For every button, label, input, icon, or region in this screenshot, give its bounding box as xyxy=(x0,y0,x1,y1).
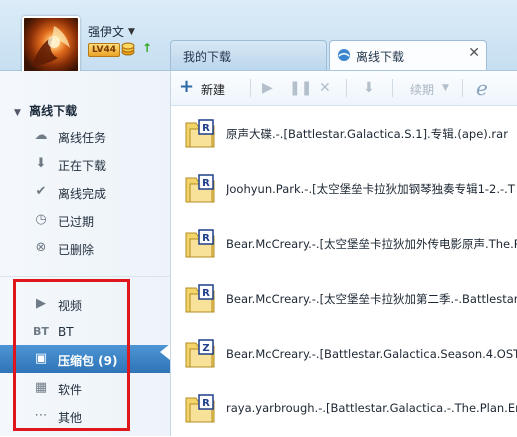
tab-my-downloads[interactable]: 我的下载 xyxy=(170,40,327,70)
archive-file-icon: Z xyxy=(185,339,215,368)
sidebar-item-label: 软件 xyxy=(58,383,83,397)
tab-label: 离线下载 xyxy=(356,50,405,64)
sidebar-item-offline-tasks[interactable]: ☁ 离线任务 xyxy=(0,122,170,150)
sidebar-item-label: 正在下载 xyxy=(58,159,107,173)
more-dots-icon: ⋯ xyxy=(34,408,48,423)
sidebar-item-archive[interactable]: ▣ 压缩包 (9) xyxy=(0,345,170,373)
software-grid-icon: ▦ xyxy=(34,380,48,395)
collapse-triangle-icon[interactable]: ▼ xyxy=(14,108,21,118)
cloud-icon: ☁ xyxy=(34,128,48,143)
close-icon[interactable]: ✕ xyxy=(468,45,480,61)
sidebar-item-label: 离线完成 xyxy=(58,187,107,201)
sidebar-item-label: 已删除 xyxy=(58,243,95,257)
list-item[interactable]: R raya.yarbrough.-.[Battlestar.Galactica… xyxy=(171,381,517,437)
sidebar: ▼ 离线下载 ☁ 离线任务 ⬇ 正在下载 ✔ 离线完成 ◷ 已过期 ⊗ 已删除 … xyxy=(0,71,171,436)
coin-icon[interactable] xyxy=(121,42,135,56)
avatar[interactable] xyxy=(22,16,80,74)
username[interactable]: 强伊文 ▼ xyxy=(88,23,135,40)
sidebar-item-bt[interactable]: BT BT xyxy=(0,318,170,346)
file-name: Joohyun.Park.-.[太空堡垒卡拉狄加钢琴独奏专辑1-2.-.T xyxy=(226,182,515,196)
sidebar-item-completed[interactable]: ✔ 离线完成 xyxy=(0,178,170,206)
file-name: Bear.McCreary.-.[Battlestar.Galactica.Se… xyxy=(226,347,517,361)
active-indicator-arrow xyxy=(160,344,170,360)
header-bar: 强伊文 ▼ LV44 ↑ 我的下载 离线下载 ✕ xyxy=(0,0,517,74)
sidebar-item-label: 其他 xyxy=(58,411,83,425)
play-icon[interactable]: ▶ xyxy=(262,80,273,96)
sidebar-item-downloading[interactable]: ⬇ 正在下载 xyxy=(0,150,170,178)
file-name: 原声大碟.-.[Battlestar.Galactica.S.1].专辑.(ap… xyxy=(226,127,508,141)
sidebar-item-deleted[interactable]: ⊗ 已删除 xyxy=(0,234,170,262)
download-arrow-icon: ⬇ xyxy=(35,156,47,171)
bt-icon: BT xyxy=(33,325,49,338)
cloud-globe-icon xyxy=(337,48,351,62)
deleted-icon: ⊗ xyxy=(35,240,47,255)
chevron-down-icon[interactable]: ▼ xyxy=(128,27,135,37)
archive-icon: ▣ xyxy=(34,351,48,366)
list-item[interactable]: R 原声大碟.-.[Battlestar.Galactica.S.1].专辑.(… xyxy=(171,106,517,162)
sidebar-item-label: 离线任务 xyxy=(58,131,107,145)
file-name: raya.yarbrough.-.[Battlestar.Galactica.-… xyxy=(226,401,517,415)
sidebar-item-label: BT xyxy=(58,325,74,339)
list-item[interactable]: Z Bear.McCreary.-.[Battlestar.Galactica.… xyxy=(171,326,517,382)
sidebar-section-offline[interactable]: ▼ 离线下载 xyxy=(14,102,77,119)
file-name: Bear.McCreary.-.[太空堡垒卡拉狄加外传电影原声.The.P xyxy=(226,237,517,251)
sidebar-section-title: 离线下载 xyxy=(29,104,78,118)
file-list: R 原声大碟.-.[Battlestar.Galactica.S.1].专辑.(… xyxy=(171,106,517,436)
archive-file-icon: R xyxy=(185,229,215,258)
username-label: 强伊文 xyxy=(88,25,125,39)
sidebar-item-label: 已过期 xyxy=(58,215,95,229)
file-badge: R xyxy=(202,288,210,299)
list-item[interactable]: R Joohyun.Park.-.[太空堡垒卡拉狄加钢琴独奏专辑1-2.-.T xyxy=(171,161,517,217)
file-badge: R xyxy=(202,123,210,134)
archive-file-icon: R xyxy=(185,284,215,313)
toolbar: + 新建 ▶ ❚❚ ✕ ⬇ 续期 ▼ e xyxy=(170,71,517,106)
archive-file-icon: R xyxy=(185,394,215,423)
chevron-down-icon[interactable]: ▼ xyxy=(442,83,449,93)
delete-icon[interactable]: ✕ xyxy=(319,80,331,96)
file-name: Bear.McCreary.-.[太空堡垒卡拉狄加第二季.-.Battlesta… xyxy=(226,292,517,306)
check-icon: ✔ xyxy=(35,184,47,199)
toolbar-divider xyxy=(346,79,347,97)
toolbar-divider xyxy=(250,79,251,97)
file-badge: R xyxy=(202,233,210,244)
list-item[interactable]: R Bear.McCreary.-.[太空堡垒卡拉狄加第二季.-.Battles… xyxy=(171,271,517,327)
list-item[interactable]: R Bear.McCreary.-.[太空堡垒卡拉狄加外传电影原声.The.P xyxy=(171,216,517,272)
tab-label: 我的下载 xyxy=(183,50,232,64)
sidebar-item-other[interactable]: ⋯ 其他 xyxy=(0,402,170,430)
tab-offline-downloads[interactable]: 离线下载 ✕ xyxy=(329,40,487,70)
plus-icon[interactable]: + xyxy=(179,76,194,97)
video-icon: ▶ xyxy=(36,296,46,311)
sidebar-item-video[interactable]: ▶ 视频 xyxy=(0,290,170,318)
level-badge: LV44 xyxy=(88,43,120,57)
renew-button[interactable]: 续期 xyxy=(410,81,434,98)
sidebar-item-label: 压缩包 (9) xyxy=(58,354,118,368)
sidebar-item-label: 视频 xyxy=(58,299,83,313)
upgrade-arrow-icon[interactable]: ↑ xyxy=(142,41,152,55)
file-badge: R xyxy=(202,398,210,409)
archive-file-icon: R xyxy=(185,174,215,203)
pause-icon[interactable]: ❚❚ xyxy=(289,80,312,96)
download-icon[interactable]: ⬇ xyxy=(363,80,375,96)
sidebar-divider xyxy=(0,276,170,277)
sidebar-item-expired[interactable]: ◷ 已过期 xyxy=(0,206,170,234)
new-task-button[interactable]: 新建 xyxy=(201,81,225,98)
toolbar-divider xyxy=(392,79,393,97)
clock-icon: ◷ xyxy=(35,212,47,227)
toolbar-divider xyxy=(462,79,463,97)
ie-browser-icon[interactable]: e xyxy=(476,76,488,100)
sidebar-item-software[interactable]: ▦ 软件 xyxy=(0,374,170,402)
file-badge: Z xyxy=(202,343,209,354)
file-badge: R xyxy=(202,178,210,189)
archive-file-icon: R xyxy=(185,119,215,148)
